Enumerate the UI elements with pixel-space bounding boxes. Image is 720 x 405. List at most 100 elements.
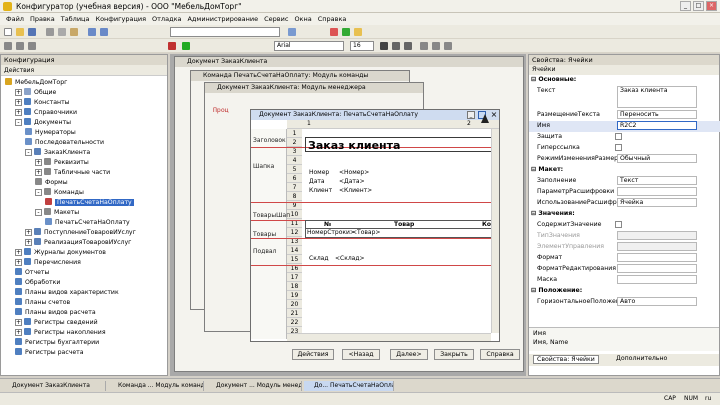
row-number[interactable]: 15 (287, 255, 302, 264)
property-row[interactable]: Имя R2C2 (529, 121, 720, 132)
taskbar-window-button[interactable]: Документ ... Модуль менеджера (206, 381, 302, 391)
property-value[interactable]: Заказ клиента (617, 86, 697, 108)
tree-item[interactable]: + Журналы документов (15, 248, 106, 258)
expand-toggle-icon[interactable]: + (15, 99, 22, 106)
menu-item[interactable]: Окна (294, 15, 311, 23)
menu-item[interactable]: Сервис (264, 15, 288, 23)
property-row[interactable]: ⊟ Значения: (529, 209, 720, 220)
property-value[interactable] (617, 275, 697, 284)
debug-icon[interactable] (354, 28, 362, 36)
cut-icon[interactable] (46, 28, 54, 36)
property-value[interactable] (617, 264, 697, 273)
redo-icon[interactable] (100, 28, 108, 36)
menu-item[interactable]: Таблица (61, 15, 90, 23)
expand-toggle-icon[interactable]: + (25, 229, 32, 236)
bold-icon[interactable] (380, 42, 388, 50)
property-row[interactable]: Формат (529, 253, 720, 264)
row-number-param[interactable]: НомерСтроки> (307, 229, 355, 236)
tree-item[interactable]: - ЗаказКлиента (25, 148, 90, 158)
tree-item[interactable]: МебельДомТорг (5, 78, 67, 88)
tab-additional[interactable]: Дополнительно (613, 355, 670, 362)
menu-item[interactable]: Конфигурация (95, 15, 146, 23)
horizontal-scrollbar[interactable] (287, 333, 491, 341)
expand-toggle-icon[interactable]: + (15, 319, 22, 326)
text-color-icon[interactable] (168, 42, 176, 50)
field-client-param[interactable]: <Клиент> (339, 187, 372, 194)
property-row[interactable]: Защита (529, 132, 720, 143)
italic-icon[interactable] (392, 42, 400, 50)
property-value[interactable]: Обычный (617, 154, 697, 163)
tree-item[interactable]: + ПоступлениеТоваровИУслуг (25, 228, 136, 238)
tree-item[interactable]: - Макеты (35, 208, 79, 218)
menu-item[interactable]: Правка (30, 15, 55, 23)
row-number[interactable]: 6 (287, 174, 302, 183)
expand-toggle-icon[interactable]: + (35, 169, 42, 176)
field-store-param[interactable]: <Склад> (335, 255, 365, 262)
tree-item[interactable]: Последовательности (25, 138, 104, 148)
template-window[interactable]: Документ ЗаказКлиента: ПечатьСчетаНаОпла… (250, 109, 500, 342)
expand-toggle-icon[interactable]: - (35, 209, 42, 216)
tree-item[interactable]: + РеализацияТоваровИУслуг (25, 238, 131, 248)
tree-item[interactable]: - Команды (35, 188, 84, 198)
tab-properties[interactable]: Свойства: Ячейки (533, 355, 599, 364)
tree-item[interactable]: + Перечисления (15, 258, 81, 268)
row-number[interactable]: 20 (287, 300, 302, 309)
tree-item[interactable]: Планы видов расчета (15, 308, 96, 318)
copy-icon[interactable] (58, 28, 66, 36)
property-checkbox[interactable] (615, 221, 622, 228)
expand-toggle-icon[interactable]: + (15, 109, 22, 116)
align-icon[interactable] (16, 42, 24, 50)
field-date-param[interactable]: <Дата> (339, 178, 365, 185)
expand-toggle-icon[interactable]: + (15, 329, 22, 336)
find-icon[interactable] (288, 28, 296, 36)
new-icon[interactable] (4, 28, 12, 36)
run-icon[interactable] (342, 28, 350, 36)
property-row[interactable]: Гиперссылка (529, 143, 720, 154)
tree-item[interactable]: + Табличные части (35, 168, 110, 178)
expand-toggle-icon[interactable]: + (25, 239, 32, 246)
row-number[interactable]: 5 (287, 165, 302, 174)
th-qty[interactable]: Ко (482, 221, 491, 228)
th-number[interactable]: № (324, 221, 331, 228)
row-number[interactable]: 22 (287, 318, 302, 327)
expand-toggle-icon[interactable]: - (25, 149, 32, 156)
align-center-icon[interactable] (432, 42, 440, 50)
row-number[interactable]: 3 (287, 147, 302, 156)
tree-item[interactable]: Нумераторы (25, 128, 76, 138)
property-value[interactable] (617, 242, 697, 251)
menu-item[interactable]: Администрирование (187, 15, 258, 23)
underline-icon[interactable] (404, 42, 412, 50)
property-row[interactable]: РазмещениеТекста Переносить (529, 110, 720, 121)
merge-icon[interactable] (28, 42, 36, 50)
expand-toggle-icon[interactable]: + (35, 159, 42, 166)
font-size-combo[interactable]: 16 (350, 41, 374, 51)
row-number[interactable]: 7 (287, 183, 302, 192)
open-icon[interactable] (16, 28, 24, 36)
column-1-header[interactable]: 1 (307, 120, 311, 127)
row-number[interactable]: 18 (287, 282, 302, 291)
row-number[interactable]: 8 (287, 192, 302, 201)
tree-item[interactable]: + Реквизиты (35, 158, 89, 168)
goods-param[interactable]: <Товар> (352, 229, 380, 236)
row-number[interactable]: 17 (287, 273, 302, 282)
property-value[interactable]: Переносить (617, 110, 697, 119)
menu-item[interactable]: Справка (318, 15, 347, 23)
property-value[interactable]: Ячейка (617, 198, 697, 207)
row-number[interactable]: 21 (287, 309, 302, 318)
row-number[interactable]: 14 (287, 246, 302, 255)
back-button[interactable]: <Назад (342, 349, 380, 360)
th-goods[interactable]: Товар (394, 221, 414, 228)
taskbar-window-button[interactable]: Команда ... Модуль команды (108, 381, 204, 391)
property-row[interactable]: Текст Заказ клиента (529, 86, 720, 110)
expand-toggle-icon[interactable]: - (35, 189, 42, 196)
expand-toggle-icon[interactable]: - (15, 119, 22, 126)
menu-item[interactable]: Отладка (152, 15, 181, 23)
close-form-button[interactable]: Закрыть (434, 349, 474, 360)
close-button[interactable]: × (706, 1, 717, 11)
tree-item[interactable]: ПечатьСчетаНаОплату (45, 218, 130, 228)
taskbar-window-button[interactable]: До... ПечатьСчетаНаОплату (304, 381, 394, 391)
window-close-icon[interactable]: × (489, 110, 499, 120)
property-row[interactable]: ⊟ Положение: (529, 286, 720, 297)
taskbar-window-button[interactable]: Документ ЗаказКлиента (2, 381, 106, 391)
tree-item[interactable]: + Регистры сведений (15, 318, 98, 328)
